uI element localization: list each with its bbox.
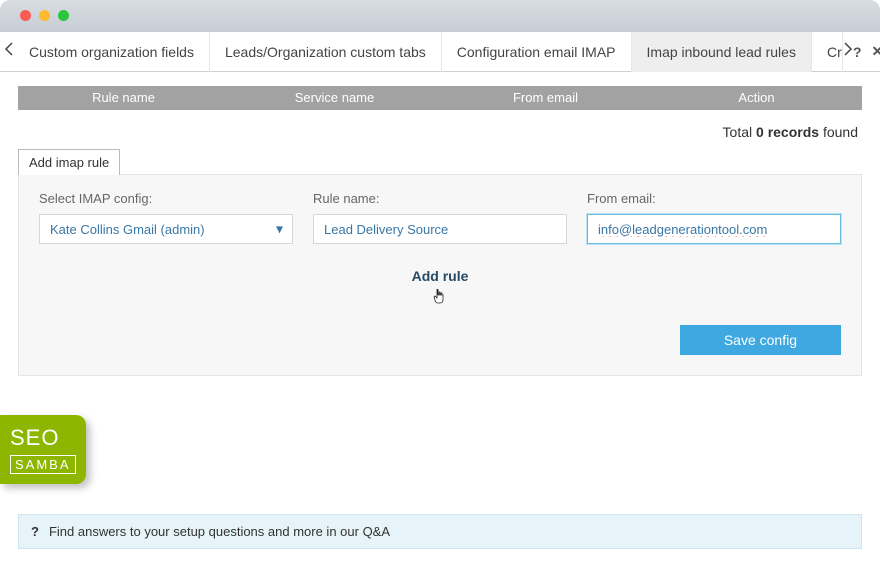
tab-custom-org-fields[interactable]: Custom organization fields xyxy=(14,32,210,72)
label-from-email: From email: xyxy=(587,191,841,206)
tabs-scroll-right-icon[interactable] xyxy=(843,42,853,61)
tabs-scroll-left-icon[interactable] xyxy=(4,42,14,61)
grid-header-rule-name: Rule name xyxy=(18,86,229,110)
add-imap-rule-panel: Select IMAP config: Kate Collins Gmail (… xyxy=(18,174,862,376)
grid-header-service-name: Service name xyxy=(229,86,440,110)
input-rule-name[interactable] xyxy=(313,214,567,244)
logo-text-samba: SAMBA xyxy=(10,455,76,474)
help-icon[interactable]: ? xyxy=(853,44,862,60)
window-maximize-icon[interactable] xyxy=(58,10,69,21)
grid-header-action: Action xyxy=(651,86,862,110)
select-imap-config[interactable]: Kate Collins Gmail (admin) xyxy=(39,214,293,244)
save-config-button[interactable]: Save config xyxy=(680,325,841,355)
window-minimize-icon[interactable] xyxy=(39,10,50,21)
tab-leads-org-custom-tabs[interactable]: Leads/Organization custom tabs xyxy=(210,32,442,72)
add-rule-link[interactable]: Add rule xyxy=(412,268,469,284)
tab-config-email-imap[interactable]: Configuration email IMAP xyxy=(442,32,632,72)
input-from-email[interactable] xyxy=(587,214,841,244)
tabs-bar: Custom organization fields Leads/Organiz… xyxy=(0,32,880,72)
window-controls xyxy=(20,10,69,21)
close-icon[interactable]: ✕ xyxy=(872,43,880,60)
logo-seosamba: SEO SAMBA xyxy=(0,415,86,484)
window-close-icon[interactable] xyxy=(20,10,31,21)
tab-imap-inbound-lead-rules[interactable]: Imap inbound lead rules xyxy=(632,32,812,72)
label-select-imap-config: Select IMAP config: xyxy=(39,191,293,206)
panel-tab-add-imap-rule[interactable]: Add imap rule xyxy=(18,149,120,175)
records-count: Total 0 records found xyxy=(18,110,862,148)
qa-help-text: Find answers to your setup questions and… xyxy=(49,524,390,539)
question-icon: ? xyxy=(31,524,39,539)
grid-header-from-email: From email xyxy=(440,86,651,110)
logo-text-seo: SEO xyxy=(10,427,76,449)
grid-header-row: Rule name Service name From email Action xyxy=(18,86,862,110)
tab-create-new-lead[interactable]: Create new lead xyxy=(812,32,843,72)
label-rule-name: Rule name: xyxy=(313,191,567,206)
window-titlebar xyxy=(0,0,880,32)
cursor-hand-icon xyxy=(39,288,841,307)
qa-help-bar[interactable]: ? Find answers to your setup questions a… xyxy=(18,514,862,549)
